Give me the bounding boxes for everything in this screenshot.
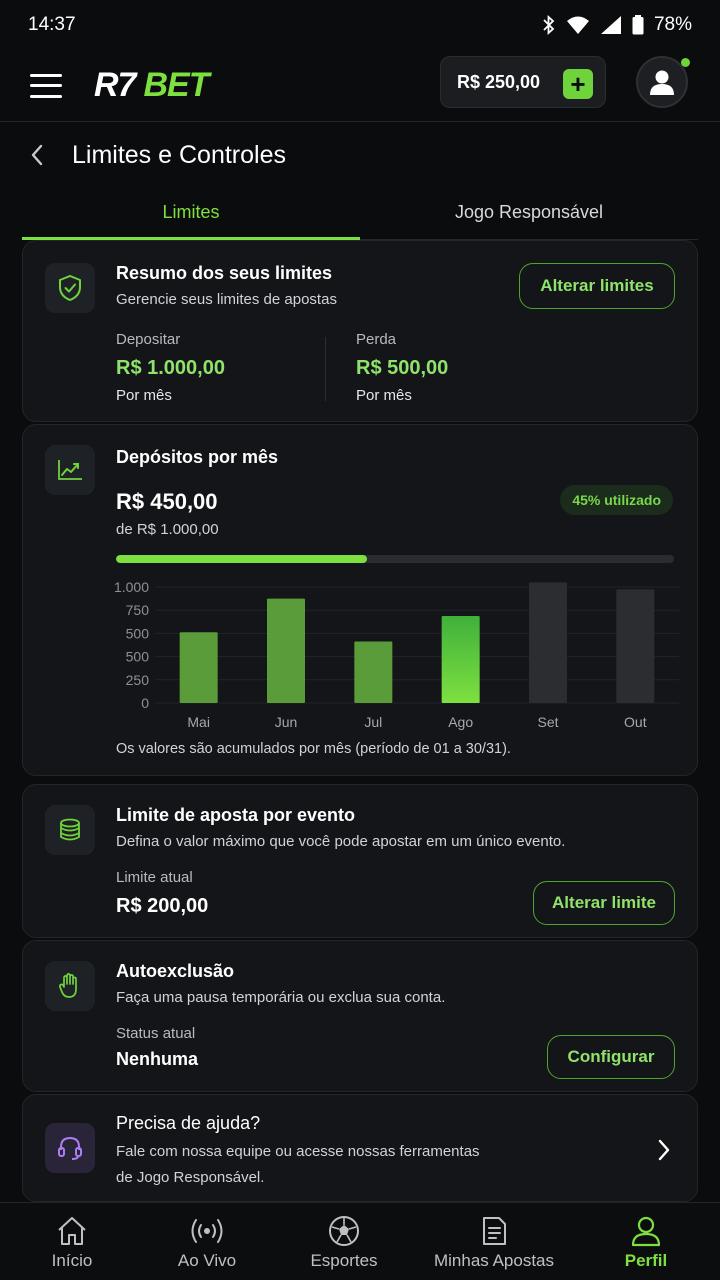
chart-bar-out <box>616 589 655 703</box>
deposit-progress-fill <box>116 555 368 563</box>
nav-minhas-apostas[interactable]: Minhas Apostas <box>428 1203 560 1271</box>
chart-x-tick-label: Jul <box>364 714 382 730</box>
event-limit-title: Limite de aposta por evento <box>116 805 356 825</box>
back-icon[interactable] <box>30 144 52 166</box>
help-text-line2: de Jogo Responsável. <box>116 1169 265 1186</box>
chart-x-tick-label: Ago <box>448 714 473 730</box>
deposit-of-limit: de R$ 1.000,00 <box>116 521 219 538</box>
self-exclusion-subtitle: Faça uma pausa temporária ou exclua sua … <box>116 989 446 1006</box>
nav-perfil[interactable]: Perfil <box>606 1203 686 1271</box>
deposit-period: Por mês <box>116 387 172 404</box>
usage-badge: 45% utilizado <box>560 485 673 515</box>
change-limit-button[interactable]: Alterar limite <box>533 881 675 925</box>
chart-bar-jul <box>354 641 393 703</box>
chevron-right-icon[interactable] <box>657 1139 671 1166</box>
bottom-navigation: Início Ao Vivo Esportes Minhas Apostas P… <box>0 1202 720 1280</box>
online-dot <box>681 58 690 67</box>
monthly-deposits-chart: 0 250 500 500 750 1.000 Mai Jun Jul Ago Set Out <box>114 579 679 730</box>
status-icons: 78% <box>542 14 692 36</box>
live-icon <box>191 1219 223 1243</box>
self-exclusion-title: Autoexclusão <box>116 961 235 981</box>
tab-limites[interactable]: Limites <box>22 186 360 240</box>
divider <box>325 337 326 401</box>
chart-y-tick-label: 500 <box>126 625 150 641</box>
status-bar: 14:37 78% <box>0 0 720 50</box>
event-limit-subtitle: Defina o valor máximo que você pode apos… <box>116 833 566 850</box>
current-limit-value: R$ 200,00 <box>116 895 209 917</box>
change-limits-button[interactable]: Alterar limites <box>519 263 675 309</box>
current-status-label: Status atual <box>116 1025 196 1042</box>
chart-bar-ago <box>441 616 480 703</box>
chart-x-tick-label: Set <box>537 714 558 730</box>
balance-amount: R$ 250,00 <box>457 71 541 92</box>
help-title: Precisa de ajuda? <box>116 1113 261 1133</box>
tab-jogo-responsavel[interactable]: Jogo Responsável <box>360 186 698 239</box>
page-header: Limites e Controles <box>0 124 720 186</box>
deposit-limit-value: R$ 1.000,00 <box>116 357 225 379</box>
wifi-icon <box>566 15 590 35</box>
configure-button[interactable]: Configurar <box>547 1035 675 1079</box>
summary-title: Resumo dos seus limites <box>116 263 333 283</box>
nav-inicio[interactable]: Início <box>32 1203 112 1271</box>
nav-ao-vivo[interactable]: Ao Vivo <box>162 1203 252 1271</box>
battery-icon <box>632 15 644 35</box>
bluetooth-icon <box>542 15 556 35</box>
chart-y-tick-label: 250 <box>126 672 150 688</box>
home-icon <box>58 1217 86 1245</box>
loss-limit-value: R$ 500,00 <box>356 357 449 379</box>
status-time: 14:37 <box>28 14 76 35</box>
chart-bar-mai <box>179 632 218 703</box>
chart-bar-set <box>529 582 567 703</box>
chart-y-tick-label: 0 <box>141 695 149 711</box>
chart-x-tick-label: Jun <box>275 714 298 730</box>
avatar[interactable] <box>636 56 690 108</box>
logo[interactable]: R7 BET <box>94 66 209 105</box>
chart-y-tick-label: 750 <box>126 602 150 618</box>
shield-icon <box>45 263 95 313</box>
headset-icon <box>45 1123 95 1173</box>
profile-icon <box>631 1216 661 1247</box>
chart-y-tick-label: 500 <box>126 649 150 665</box>
chart-x-tick-label: Out <box>624 714 647 730</box>
page-title: Limites e Controles <box>72 140 286 169</box>
current-limit-label: Limite atual <box>116 869 193 886</box>
coins-icon <box>45 805 95 855</box>
hand-icon <box>45 961 95 1011</box>
bets-icon <box>483 1217 506 1245</box>
chart-bar-jun <box>267 598 305 703</box>
limits-summary-card: Resumo dos seus limites Gerencie seus li… <box>22 240 698 422</box>
help-text-line1: Fale com nossa equipe ou acesse nossas f… <box>116 1143 480 1160</box>
loss-label: Perda <box>356 331 397 348</box>
summary-subtitle: Gerencie seus limites de apostas <box>116 291 337 308</box>
event-limit-card: Limite de aposta por evento Defina o val… <box>22 784 698 938</box>
deposit-progress-bar <box>116 555 674 563</box>
chart-x-tick-label: Mai <box>187 714 210 730</box>
deposit-label: Depositar <box>116 331 181 348</box>
deposit-plus-button[interactable]: + <box>563 69 593 99</box>
help-card[interactable]: Precisa de ajuda? Fale com nossa equipe … <box>22 1094 698 1202</box>
nav-esportes[interactable]: Esportes <box>294 1203 394 1271</box>
user-icon <box>650 70 674 95</box>
deposited-amount: R$ 450,00 <box>116 489 218 514</box>
battery-level: 78% <box>653 14 692 35</box>
self-exclusion-card: Autoexclusão Faça uma pausa temporária o… <box>22 940 698 1092</box>
chart-y-tick-label: 1.000 <box>114 579 149 595</box>
signal-icon <box>600 15 622 35</box>
tab-bar: Limites Jogo Responsável <box>22 186 698 240</box>
soccer-ball-icon <box>329 1216 359 1246</box>
chart-trend-icon <box>45 445 95 495</box>
app-header: R7 BET R$ 250,00 + <box>0 50 720 122</box>
menu-icon[interactable] <box>30 73 62 98</box>
deposits-title: Depósitos por mês <box>116 447 279 467</box>
current-status-value: Nenhuma <box>116 1049 199 1069</box>
loss-period: Por mês <box>356 387 412 404</box>
monthly-deposits-card: Depósitos por mês R$ 450,00 de R$ 1.000,… <box>22 424 698 776</box>
balance-display[interactable]: R$ 250,00 + <box>440 56 606 108</box>
deposits-note: Os valores são acumulados por mês (perío… <box>116 741 511 757</box>
